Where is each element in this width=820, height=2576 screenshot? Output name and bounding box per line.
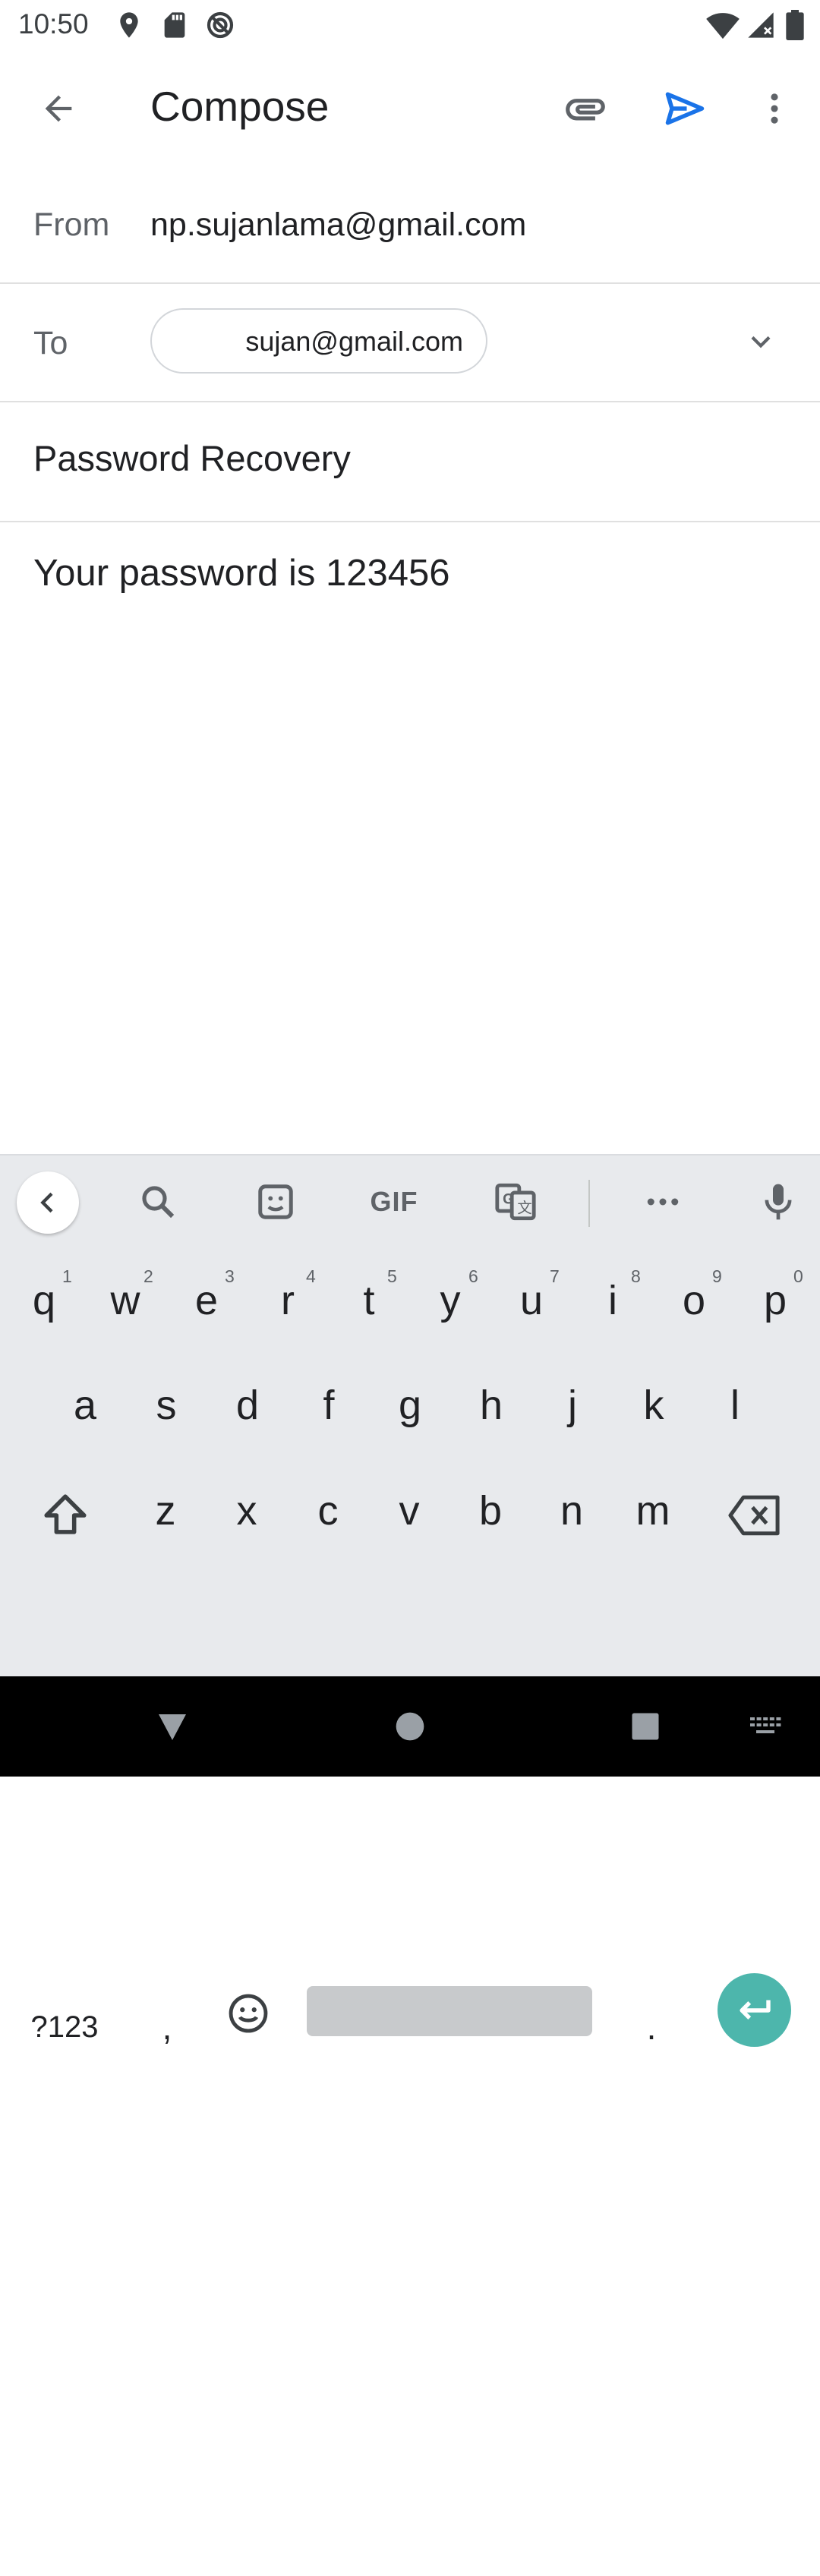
from-label: From bbox=[33, 207, 110, 243]
keyboard: GIF G文 ?123 , . q1w2e3r4t5y6u7i8o9p0asdf… bbox=[0, 1154, 820, 2047]
subject-field[interactable]: Password Recovery bbox=[33, 437, 351, 479]
emoji-icon[interactable] bbox=[222, 1987, 275, 2040]
signal-icon bbox=[746, 10, 776, 40]
status-time: 10:50 bbox=[18, 8, 89, 39]
key-hint-8: 8 bbox=[631, 1266, 641, 1286]
key-l[interactable]: l bbox=[699, 1360, 771, 1451]
status-bar: 10:50 bbox=[0, 0, 820, 50]
key-b[interactable]: b bbox=[454, 1465, 527, 1556]
keyboard-switch-icon[interactable] bbox=[743, 1704, 788, 1749]
mic-icon[interactable] bbox=[746, 1169, 811, 1234]
navigation-bar bbox=[0, 1676, 820, 1777]
more-icon[interactable] bbox=[630, 1169, 695, 1234]
gif-icon[interactable]: GIF bbox=[361, 1169, 427, 1234]
wifi-icon bbox=[706, 10, 740, 40]
key-z[interactable]: z bbox=[129, 1465, 202, 1556]
keyboard-toolbar: GIF G文 bbox=[0, 1154, 820, 1248]
to-label: To bbox=[33, 325, 68, 361]
key-m[interactable]: m bbox=[617, 1465, 689, 1556]
period-key[interactable]: . bbox=[615, 1982, 688, 2073]
key-hint-6: 6 bbox=[468, 1266, 478, 1286]
attach-icon[interactable] bbox=[555, 78, 616, 139]
page-title: Compose bbox=[150, 83, 330, 130]
key-g[interactable]: g bbox=[374, 1360, 446, 1451]
key-hint-1: 1 bbox=[62, 1266, 72, 1286]
body-field[interactable]: Your password is 123456 bbox=[33, 552, 449, 594]
sd-card-icon bbox=[159, 10, 190, 40]
key-hint-7: 7 bbox=[550, 1266, 560, 1286]
chevron-down-icon[interactable] bbox=[730, 311, 791, 372]
recipient-chip[interactable]: sujan@gmail.com bbox=[150, 308, 487, 374]
key-s[interactable]: s bbox=[130, 1360, 203, 1451]
key-j[interactable]: j bbox=[536, 1360, 609, 1451]
collapse-icon[interactable] bbox=[17, 1171, 79, 1234]
from-value[interactable]: np.sujanlama@gmail.com bbox=[150, 207, 526, 244]
do-not-disturb-icon bbox=[205, 10, 235, 40]
enter-icon[interactable] bbox=[718, 1973, 791, 2047]
from-row[interactable]: From np.sujanlama@gmail.com bbox=[0, 169, 820, 284]
recents-icon[interactable] bbox=[623, 1704, 668, 1749]
shift-key[interactable] bbox=[29, 2485, 102, 2576]
comma-key[interactable]: , bbox=[131, 1982, 203, 2073]
translate-icon[interactable]: G文 bbox=[483, 1169, 548, 1234]
key-hint-4: 4 bbox=[306, 1266, 316, 1286]
shift-icon[interactable] bbox=[36, 1487, 94, 1544]
toolbar-divider bbox=[588, 1180, 590, 1227]
key-d[interactable]: d bbox=[211, 1360, 284, 1451]
back-icon[interactable] bbox=[150, 1704, 195, 1749]
sticker-icon[interactable] bbox=[243, 1169, 308, 1234]
svg-text:G: G bbox=[503, 1191, 514, 1207]
key-n[interactable]: n bbox=[535, 1465, 608, 1556]
battery-icon bbox=[786, 10, 806, 40]
to-row[interactable]: To sujan@gmail.com bbox=[0, 284, 820, 402]
key-h[interactable]: h bbox=[455, 1360, 528, 1451]
key-hint-2: 2 bbox=[144, 1266, 153, 1286]
key-c[interactable]: c bbox=[292, 1465, 364, 1556]
send-icon[interactable] bbox=[654, 78, 715, 139]
svg-text:文: 文 bbox=[517, 1200, 531, 1217]
key-hint-3: 3 bbox=[225, 1266, 235, 1286]
key-x[interactable]: x bbox=[210, 1465, 283, 1556]
space-bar[interactable] bbox=[307, 1986, 592, 2036]
subject-row[interactable]: Password Recovery bbox=[0, 402, 820, 522]
key-hint-5: 5 bbox=[387, 1266, 397, 1286]
key-v[interactable]: v bbox=[373, 1465, 446, 1556]
home-icon[interactable] bbox=[387, 1704, 433, 1749]
more-vert-icon[interactable] bbox=[744, 78, 805, 139]
key-a[interactable]: a bbox=[49, 1360, 121, 1451]
app-bar: Compose bbox=[0, 50, 820, 169]
search-icon[interactable] bbox=[125, 1169, 191, 1234]
back-arrow-icon[interactable] bbox=[28, 78, 89, 139]
key-hint-0: 0 bbox=[793, 1266, 803, 1286]
recipient-chip-label: sujan@gmail.com bbox=[245, 326, 463, 357]
key-hint-9: 9 bbox=[712, 1266, 722, 1286]
symbols-key[interactable]: ?123 bbox=[15, 1982, 114, 2073]
location-icon bbox=[114, 10, 144, 40]
backspace-icon[interactable] bbox=[725, 1487, 786, 1544]
key-f[interactable]: f bbox=[292, 1360, 365, 1451]
key-k[interactable]: k bbox=[617, 1360, 690, 1451]
